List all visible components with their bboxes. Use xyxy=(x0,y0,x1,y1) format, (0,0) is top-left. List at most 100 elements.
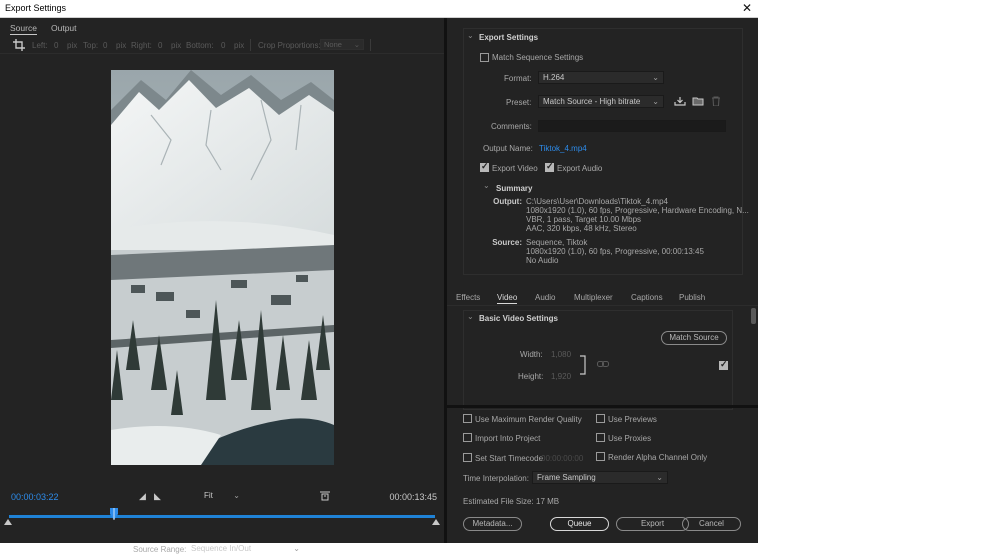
timeline-track[interactable] xyxy=(9,515,435,518)
chevron-down-icon: ⌄ xyxy=(233,491,240,500)
crop-right-unit: pix xyxy=(171,41,182,50)
export-button[interactable]: Export xyxy=(616,517,689,531)
divider xyxy=(370,39,371,51)
width-value[interactable]: 1,080 xyxy=(551,350,571,359)
chevron-down-icon[interactable]: ⌄ xyxy=(467,312,474,321)
chevron-down-icon[interactable]: ⌄ xyxy=(483,181,490,190)
summary-source-line: No Audio xyxy=(526,256,559,265)
max-render-quality-checkbox[interactable] xyxy=(463,414,472,423)
export-video-checkbox[interactable] xyxy=(480,161,489,172)
crop-top-value[interactable]: 0 xyxy=(103,41,107,50)
output-name-link[interactable]: Tiktok_4.mp4 xyxy=(539,144,587,153)
tab-multiplexer[interactable]: Multiplexer xyxy=(574,293,613,302)
crop-right-value[interactable]: 0 xyxy=(158,41,162,50)
chevron-down-icon: ⌄ xyxy=(656,473,663,482)
chevron-down-icon[interactable]: ⌄ xyxy=(467,31,474,40)
scrollbar-thumb[interactable] xyxy=(751,308,756,324)
height-value[interactable]: 1,920 xyxy=(551,372,571,381)
time-interpolation-value: Frame Sampling xyxy=(537,473,596,482)
chain-link-icon[interactable] xyxy=(597,360,609,368)
video-preview-frame xyxy=(111,70,334,465)
render-alpha-label: Render Alpha Channel Only xyxy=(608,453,708,462)
summary-source-line: 1080x1920 (1.0), 60 fps, Progressive, 00… xyxy=(526,247,704,256)
basic-video-settings-section: ⌄ Basic Video Settings Match Source Widt… xyxy=(463,310,733,410)
tab-publish[interactable]: Publish xyxy=(679,293,705,302)
crop-proportions-value: None xyxy=(324,40,342,49)
tab-source[interactable]: Source xyxy=(10,23,37,35)
output-name-label: Output Name: xyxy=(483,144,533,153)
export-settings-header: Export Settings xyxy=(479,33,539,42)
summary-source-line: Sequence, Tiktok xyxy=(526,238,588,247)
source-range-dropdown[interactable]: Sequence In/Out ⌄ xyxy=(185,542,304,555)
summary-output-line: C:\Users\User\Downloads\Tiktok_4.mp4 xyxy=(526,197,668,206)
tab-effects[interactable]: Effects xyxy=(456,293,480,302)
use-proxies-checkbox[interactable] xyxy=(596,433,605,442)
source-preview-pane: Source Output Left: 0 pix Top: 0 pix Rig… xyxy=(0,18,444,554)
use-proxies-label: Use Proxies xyxy=(608,434,652,443)
set-start-timecode-checkbox[interactable] xyxy=(463,453,472,462)
use-previews-label: Use Previews xyxy=(608,415,657,424)
summary-output-line: VBR, 1 pass, Target 10.00 Mbps xyxy=(526,215,642,224)
export-options-panel: Use Maximum Render Quality Use Previews … xyxy=(447,408,758,543)
zoom-dropdown[interactable]: Fit ⌄ xyxy=(200,489,244,502)
mark-out-icon[interactable]: ◣ xyxy=(154,491,161,502)
crop-bottom-value[interactable]: 0 xyxy=(221,41,225,50)
format-dropdown[interactable]: H.264 ⌄ xyxy=(538,71,664,84)
in-point-handle[interactable] xyxy=(4,519,12,525)
mark-in-icon[interactable]: ◢ xyxy=(139,491,146,502)
duration-timecode: 00:00:13:45 xyxy=(389,492,437,502)
use-previews-checkbox[interactable] xyxy=(596,414,605,423)
save-preset-icon[interactable] xyxy=(674,96,686,106)
match-source-button[interactable]: Match Source xyxy=(661,331,727,345)
render-alpha-checkbox[interactable] xyxy=(596,452,605,461)
tab-captions[interactable]: Captions xyxy=(631,293,663,302)
format-label: Format: xyxy=(504,74,532,83)
time-interpolation-label: Time Interpolation: xyxy=(463,474,529,483)
source-range-value: Sequence In/Out xyxy=(191,544,252,553)
crop-left-value[interactable]: 0 xyxy=(54,41,58,50)
settings-tabs: Effects Video Audio Multiplexer Captions… xyxy=(447,286,758,306)
tab-output[interactable]: Output xyxy=(51,23,77,33)
current-timecode[interactable]: 00:00:03:22 xyxy=(11,492,59,502)
metadata-button[interactable]: Metadata... xyxy=(463,517,522,531)
out-point-handle[interactable] xyxy=(432,519,440,525)
summary-output-line: 1080x1920 (1.0), 60 fps, Progressive, Ha… xyxy=(526,206,749,215)
video-settings-checkbox[interactable] xyxy=(719,359,728,370)
comments-field[interactable] xyxy=(538,120,726,132)
playhead[interactable] xyxy=(110,508,118,520)
start-timecode-value[interactable]: 00:00:00:00 xyxy=(541,454,583,463)
summary-source-key: Source: xyxy=(492,238,522,247)
height-label: Height: xyxy=(518,372,544,381)
preset-value: Match Source - High bitrate xyxy=(543,97,641,106)
time-interpolation-dropdown[interactable]: Frame Sampling ⌄ xyxy=(532,471,668,484)
import-into-project-checkbox[interactable] xyxy=(463,433,472,442)
queue-button[interactable]: Queue xyxy=(550,517,609,531)
tab-audio[interactable]: Audio xyxy=(535,293,555,302)
preview-image xyxy=(111,70,334,465)
summary-output-line: AAC, 320 kbps, 48 kHz, Stereo xyxy=(526,224,637,233)
comments-label: Comments: xyxy=(491,122,532,131)
timeline-bar: 00:00:03:22 ◢ ◣ Fit ⌄ 00:00:13:45 Source… xyxy=(0,484,444,554)
aspect-ratio-icon[interactable] xyxy=(320,491,330,501)
window-title: Export Settings xyxy=(5,3,67,13)
summary-output-key: Output: xyxy=(493,197,522,206)
summary-header: Summary xyxy=(496,184,533,193)
preset-dropdown[interactable]: Match Source - High bitrate ⌄ xyxy=(538,95,664,108)
crop-bottom-label: Bottom: xyxy=(186,41,214,50)
delete-preset-icon[interactable] xyxy=(710,96,722,106)
set-start-timecode-label: Set Start Timecode xyxy=(475,454,544,463)
crop-left-label: Left: xyxy=(32,41,48,50)
title-bar: Export Settings ✕ xyxy=(0,0,758,18)
crop-proportions-dropdown[interactable]: None ⌄ xyxy=(320,39,364,50)
crop-right-label: Right: xyxy=(131,41,152,50)
tab-video[interactable]: Video xyxy=(497,293,518,304)
match-sequence-label: Match Sequence Settings xyxy=(492,53,584,62)
file-size-value: 17 MB xyxy=(536,497,560,506)
cancel-button[interactable]: Cancel xyxy=(682,517,741,531)
export-audio-checkbox[interactable] xyxy=(545,161,554,172)
crop-toolbar: Left: 0 pix Top: 0 pix Right: 0 pix Bott… xyxy=(0,37,444,54)
close-icon[interactable]: ✕ xyxy=(742,1,752,15)
crop-icon[interactable] xyxy=(13,39,25,51)
match-sequence-checkbox[interactable] xyxy=(480,53,489,62)
import-preset-icon[interactable] xyxy=(692,96,704,106)
